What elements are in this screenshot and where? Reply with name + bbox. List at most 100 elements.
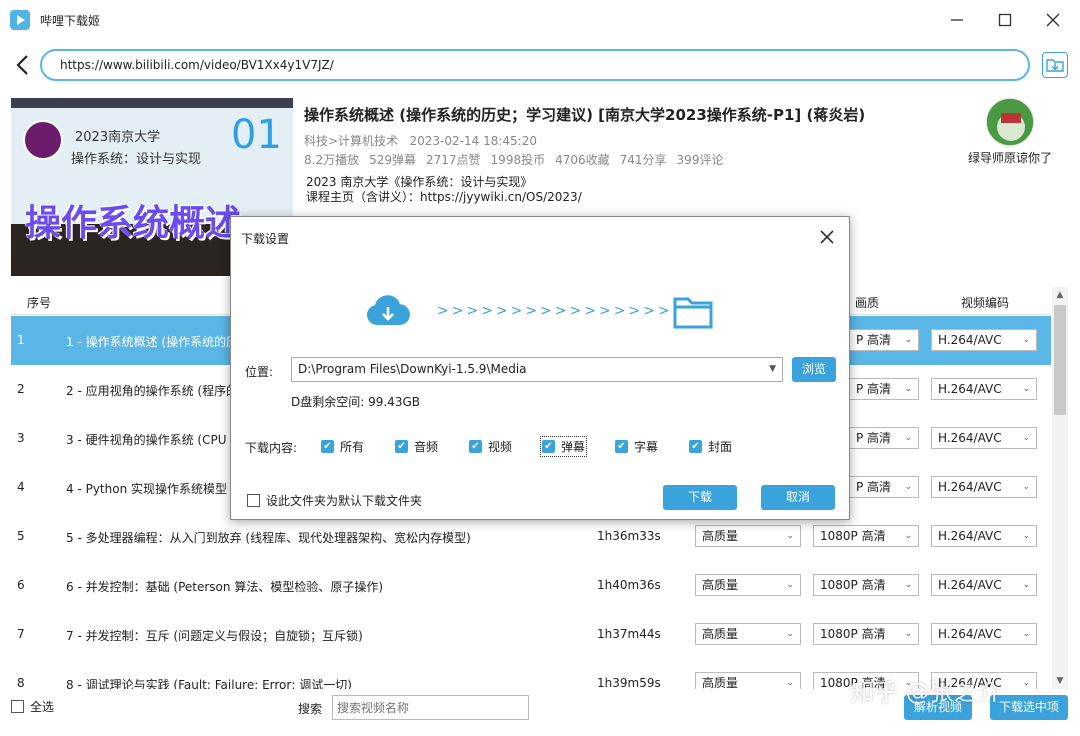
minimize-button[interactable] [942, 8, 972, 32]
scroll-down-icon[interactable]: ▼ [1052, 673, 1068, 689]
video-date: 2023-02-14 18:45:20 [409, 134, 537, 148]
position-label: 位置: [245, 365, 274, 379]
dialog-download-button[interactable]: 下载 [663, 485, 737, 510]
chevron-down-icon: ⌄ [1022, 629, 1030, 639]
set-default-label: 设此文件夹为默认下载文件夹 [266, 494, 423, 508]
audio-quality-select[interactable]: 高质量 ⌄ [695, 525, 801, 547]
stat-comments: 399评论 [676, 153, 724, 167]
video-quality-select[interactable]: 1080P 高清 ⌄ [813, 574, 919, 596]
folder-download-icon [1046, 59, 1064, 72]
scroll-thumb[interactable] [1054, 305, 1066, 415]
video-codec-select-value: H.264/AVC [938, 431, 1002, 445]
table-row[interactable]: 7 7 - 并发控制：互斥 (问题定义与假设；自旋锁；互斥锁) 1h37m44s 高质… [11, 610, 1051, 659]
audio-quality-select[interactable]: 高质量 ⌄ [695, 672, 801, 689]
chevron-down-icon: ⌄ [1022, 580, 1030, 590]
video-quality-select[interactable]: P 高清 ⌄ [849, 329, 919, 351]
dialog-close-button[interactable] [815, 225, 839, 249]
video-category-date: 科技>计算机技术 2023-02-14 18:45:20 [304, 132, 537, 149]
video-title: 操作系统概述 (操作系统的历史；学习建议) [南京大学2023操作系统-P1] … [304, 106, 866, 124]
back-button[interactable] [12, 52, 34, 78]
header-codec[interactable]: 视频编码 [961, 294, 1009, 311]
app-logo-icon [10, 10, 30, 30]
audio-quality-select-value: 高质量 [702, 676, 739, 689]
search-input[interactable] [332, 695, 529, 720]
download-path-value: D:\Program Files\DownKyi-1.5.9\Media [298, 362, 527, 376]
table-row[interactable]: 6 6 - 并发控制：基础 (Peterson 算法、模型检验、原子操作) 1h40… [11, 561, 1051, 610]
audio-quality-select-value: 高质量 [702, 627, 739, 641]
video-stats: 8.2万播放 529弹幕 2717点赞 1998投币 4706收藏 741分享 399评论 [304, 151, 733, 168]
video-codec-select-value: H.264/AVC [938, 529, 1002, 543]
row-duration: 1h39m59s [597, 676, 661, 689]
browse-button[interactable]: 浏览 [792, 357, 836, 382]
audio-quality-select[interactable]: 高质量 ⌄ [695, 574, 801, 596]
option-all-checkbox[interactable]: ✔ 所有 [321, 438, 364, 455]
header-index[interactable]: 序号 [27, 294, 51, 311]
uploader-avatar[interactable] [986, 98, 1034, 146]
video-codec-select[interactable]: H.264/AVC ⌄ [931, 574, 1037, 596]
header-quality[interactable]: 画质 [855, 294, 879, 311]
row-title: 4 - Python 实现操作系统模型 [66, 482, 228, 496]
chevron-down-icon: ⌄ [1022, 531, 1030, 541]
video-quality-select-value: P 高清 [856, 382, 892, 396]
stat-shares: 741分享 [619, 153, 667, 167]
video-codec-select[interactable]: H.264/AVC ⌄ [931, 623, 1037, 645]
video-quality-select-value: P 高清 [856, 480, 892, 494]
set-default-folder-checkbox[interactable]: 设此文件夹为默认下载文件夹 [247, 492, 422, 509]
url-input[interactable]: https://www.bilibili.com/video/BV1Xx4y1V… [40, 49, 1030, 81]
row-title: 7 - 并发控制：互斥 (问题定义与假设；自旋锁；互斥锁) [66, 629, 363, 643]
option-subtitle-checkbox[interactable]: ✔ 字幕 [615, 438, 658, 455]
video-codec-select[interactable]: H.264/AVC ⌄ [931, 329, 1037, 351]
maximize-button[interactable] [990, 8, 1020, 32]
check-icon: ✔ [542, 440, 555, 453]
chevron-down-icon: ⌄ [904, 531, 912, 541]
video-quality-select[interactable]: 1080P 高清 ⌄ [813, 525, 919, 547]
video-quality-select[interactable]: P 高清 ⌄ [849, 476, 919, 498]
chevron-down-icon: ⌄ [904, 482, 912, 492]
download-settings-dialog: 下载设置 >>>>>>>>>>>>>>>> 位置: D:\Program Fil… [230, 216, 850, 520]
stat-favorites: 4706收藏 [555, 153, 610, 167]
thumbnail-number: 01 [231, 112, 282, 158]
dialog-cancel-button[interactable]: 取消 [761, 485, 835, 510]
video-quality-select[interactable]: 1080P 高清 ⌄ [813, 623, 919, 645]
checkbox-icon [11, 700, 24, 713]
video-codec-select[interactable]: H.264/AVC ⌄ [931, 378, 1037, 400]
option-danmaku-checkbox[interactable]: ✔ 弹幕 [539, 436, 588, 457]
option-audio-checkbox[interactable]: ✔ 音频 [395, 438, 438, 455]
stat-danmaku: 529弹幕 [369, 153, 416, 167]
chevron-down-icon: ⌄ [904, 433, 912, 443]
checkbox-icon [247, 494, 260, 507]
option-cover-checkbox[interactable]: ✔ 封面 [689, 438, 732, 455]
chevron-down-icon: ⌄ [904, 335, 912, 345]
video-quality-select-value: 1080P 高清 [820, 529, 886, 543]
video-quality-select-value: 1080P 高清 [820, 627, 886, 641]
chevron-down-icon: ⌄ [786, 629, 794, 639]
option-video-checkbox[interactable]: ✔ 视频 [469, 438, 512, 455]
video-codec-select[interactable]: H.264/AVC ⌄ [931, 476, 1037, 498]
download-path-select[interactable]: D:\Program Files\DownKyi-1.5.9\Media ▼ [291, 357, 783, 382]
folder-icon [673, 297, 713, 329]
check-icon: ✔ [615, 440, 628, 453]
university-seal-icon [23, 120, 63, 160]
table-scrollbar[interactable]: ▲ ▼ [1052, 287, 1068, 689]
row-index: 8 [17, 676, 25, 689]
video-quality-select-value: P 高清 [856, 333, 892, 347]
download-manager-button[interactable] [1042, 52, 1068, 78]
video-quality-select[interactable]: P 高清 ⌄ [849, 427, 919, 449]
select-all-label: 全选 [30, 700, 55, 714]
search-label: 搜索 [298, 702, 323, 716]
video-codec-select[interactable]: H.264/AVC ⌄ [931, 525, 1037, 547]
video-codec-select[interactable]: H.264/AVC ⌄ [931, 427, 1037, 449]
download-content-label: 下载内容: [245, 441, 298, 455]
option-subtitle-label: 字幕 [634, 440, 659, 454]
video-quality-select[interactable]: P 高清 ⌄ [849, 378, 919, 400]
select-all-checkbox[interactable]: 全选 [11, 698, 54, 715]
audio-quality-select[interactable]: 高质量 ⌄ [695, 623, 801, 645]
video-codec-select-value: H.264/AVC [938, 627, 1002, 641]
chevron-down-icon: ⌄ [786, 580, 794, 590]
scroll-up-icon[interactable]: ▲ [1052, 287, 1068, 303]
close-window-button[interactable] [1038, 8, 1068, 32]
row-title: 3 - 硬件视角的操作系统 (CPU R [66, 433, 239, 447]
chevron-down-icon: ⌄ [904, 629, 912, 639]
uploader-name[interactable]: 绿导师原谅你了 [968, 149, 1052, 166]
row-title: 6 - 并发控制：基础 (Peterson 算法、模型检验、原子操作) [66, 580, 383, 594]
